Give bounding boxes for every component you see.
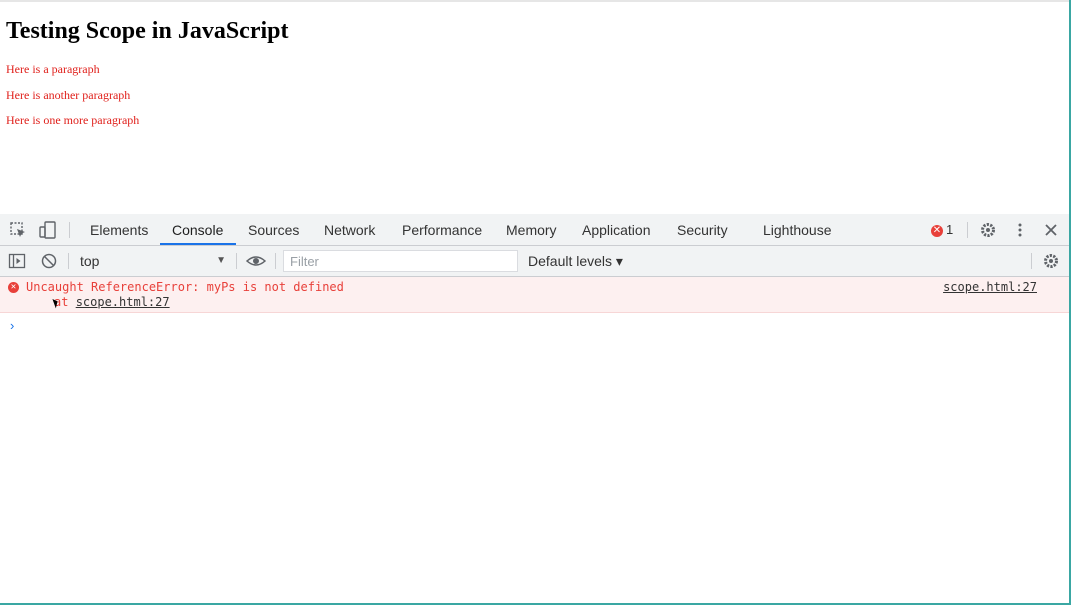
active-tab-indicator <box>160 243 236 245</box>
error-stack-line: at scope.html:27 <box>54 295 170 309</box>
filter-input[interactable] <box>283 250 518 272</box>
tab-bar-divider <box>69 222 70 238</box>
inspect-element-icon[interactable] <box>9 221 27 239</box>
console-toolbar: top ▼ Default levels ▾ <box>0 246 1069 277</box>
error-icon: ✕ <box>8 282 19 293</box>
tab-console[interactable]: Console <box>172 214 223 245</box>
context-selector[interactable]: top ▼ <box>74 250 232 272</box>
paragraph-2: Here is another paragraph <box>6 87 131 102</box>
device-toolbar-icon[interactable] <box>39 221 57 239</box>
error-count-value: 1 <box>946 222 954 237</box>
tab-application[interactable]: Application <box>582 214 651 245</box>
close-icon[interactable] <box>1042 221 1060 239</box>
tab-sources[interactable]: Sources <box>248 214 299 245</box>
tab-lighthouse[interactable]: Lighthouse <box>763 214 832 245</box>
error-icon: ✕ <box>931 224 943 237</box>
clear-console-icon[interactable] <box>40 252 58 270</box>
window-top-edge <box>0 0 1071 2</box>
chevron-down-icon: ▼ <box>216 255 226 266</box>
gear-icon[interactable] <box>979 221 997 239</box>
tab-performance[interactable]: Performance <box>402 214 482 245</box>
error-text: Uncaught ReferenceError: myPs is not def… <box>26 280 344 294</box>
tab-elements[interactable]: Elements <box>90 214 148 245</box>
stack-source-link[interactable]: scope.html:27 <box>76 295 170 309</box>
sidebar-toggle-icon[interactable] <box>8 252 26 270</box>
toolbar-divider-2 <box>236 253 237 269</box>
more-vert-icon[interactable] <box>1011 221 1029 239</box>
tab-security[interactable]: Security <box>677 214 728 245</box>
console-prompt-icon[interactable]: › <box>10 318 14 333</box>
log-levels-dropdown[interactable]: Default levels ▾ <box>528 250 623 272</box>
tab-bar-divider-2 <box>967 222 968 238</box>
devtools-tab-bar: Elements Console Sources Network Perform… <box>0 214 1069 246</box>
context-value: top <box>80 253 100 269</box>
paragraph-1: Here is a paragraph <box>6 62 100 76</box>
toolbar-divider <box>68 253 69 269</box>
page-content: Testing Scope in JavaScript Here is a pa… <box>6 14 1056 214</box>
paragraph-3: Here is one more paragraph <box>6 113 140 127</box>
console-settings-gear-icon[interactable] <box>1042 252 1060 270</box>
eye-icon[interactable] <box>245 252 267 270</box>
console-error-message: ✕ Uncaught ReferenceError: myPs is not d… <box>0 277 1069 313</box>
toolbar-divider-3 <box>275 253 276 269</box>
tab-network[interactable]: Network <box>324 214 375 245</box>
page-heading: Testing Scope in JavaScript <box>6 18 289 44</box>
tab-memory[interactable]: Memory <box>506 214 557 245</box>
error-source-link[interactable]: scope.html:27 <box>943 280 1037 294</box>
toolbar-divider-4 <box>1031 253 1032 269</box>
devtools-panel: Elements Console Sources Network Perform… <box>0 214 1069 603</box>
error-counter[interactable]: ✕ 1 <box>931 222 953 238</box>
